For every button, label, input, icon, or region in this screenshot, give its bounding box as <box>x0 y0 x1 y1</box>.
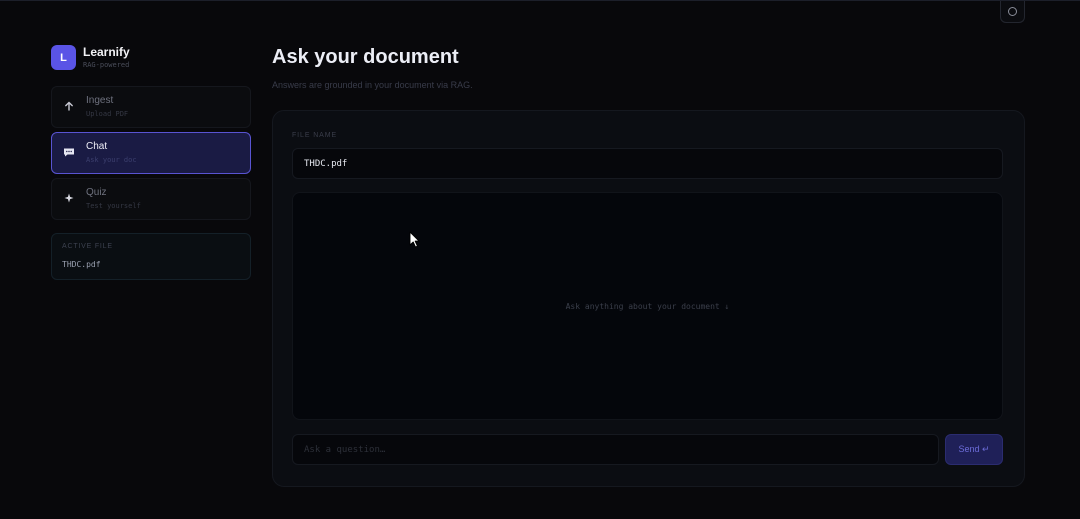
mouse-cursor-icon <box>409 231 420 248</box>
file-name-label: FILE NAME <box>292 132 338 139</box>
app-logo: L <box>51 45 76 70</box>
sidebar-item-label: Chat <box>86 141 108 152</box>
brand: L Learnify RAG-powered <box>51 45 130 70</box>
sidebar-item-sublabel: Ask your doc <box>86 156 137 164</box>
page-subtitle: Answers are grounded in your document vi… <box>272 80 473 90</box>
sidebar-item-sublabel: Test yourself <box>86 202 141 210</box>
sidebar-item-ingest[interactable]: Ingest Upload PDF <box>51 86 251 128</box>
chat-messages-area[interactable]: Ask anything about your document ↓ <box>292 192 1003 420</box>
app-name: Learnify <box>83 44 130 59</box>
circle-icon <box>1008 7 1017 16</box>
active-file-label: ACTIVE FILE <box>62 243 113 250</box>
sidebar-item-label: Quiz <box>86 187 107 198</box>
active-file-panel: ACTIVE FILE THDC.pdf <box>51 233 251 280</box>
app-tagline: RAG-powered <box>83 60 130 69</box>
chat-empty-state: Ask anything about your document ↓ <box>565 301 730 311</box>
sidebar-item-chat[interactable]: Chat Ask your doc <box>51 132 251 174</box>
question-input[interactable] <box>292 434 939 465</box>
file-name-input[interactable] <box>292 148 1003 179</box>
sidebar-item-label: Ingest <box>86 95 114 106</box>
top-border <box>0 0 1080 1</box>
page-title: Ask your document <box>272 46 459 68</box>
sidebar-item-quiz[interactable]: Quiz Test yourself <box>51 178 251 220</box>
active-file-name: THDC.pdf <box>62 260 101 269</box>
arrow-up-icon <box>52 101 86 114</box>
sidebar-item-sublabel: Upload PDF <box>86 110 129 118</box>
theme-toggle-button[interactable] <box>1000 1 1025 23</box>
sparkle-icon <box>52 193 86 206</box>
send-button[interactable]: Send ↵ <box>945 434 1003 465</box>
chat-bubble-icon <box>52 147 86 160</box>
